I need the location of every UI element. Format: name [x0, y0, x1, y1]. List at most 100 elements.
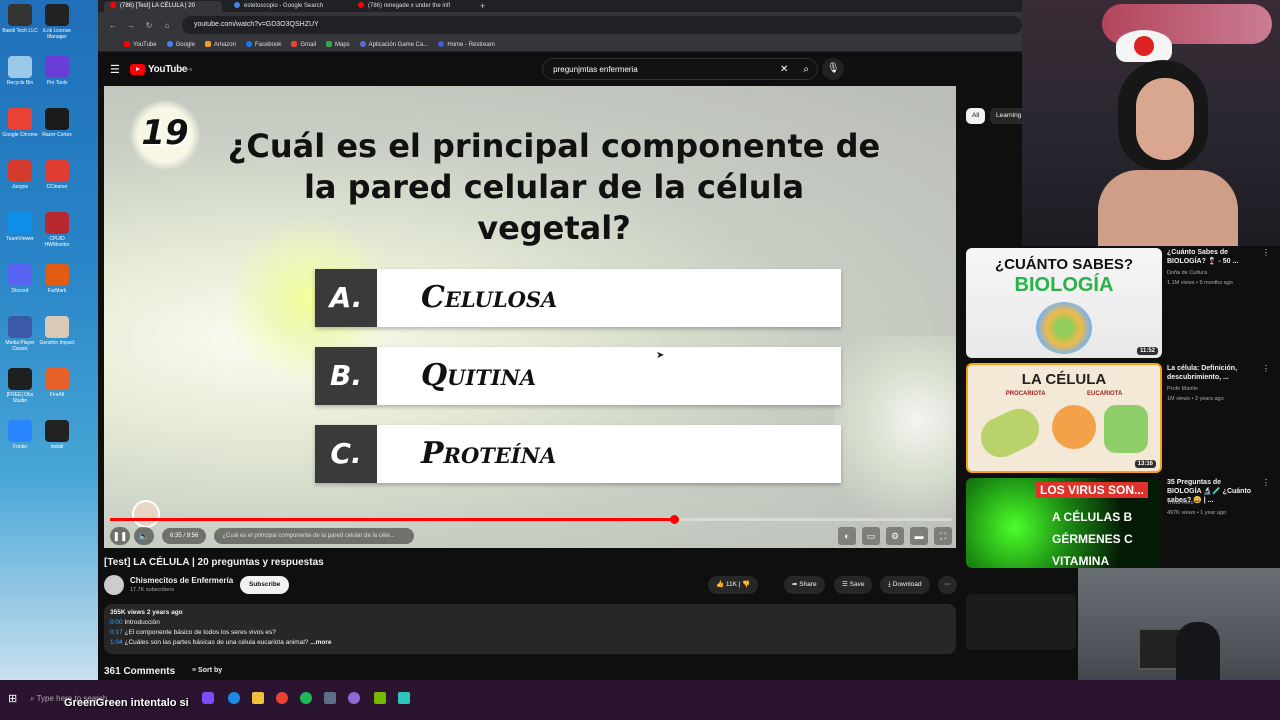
- channel-avatar[interactable]: [104, 575, 124, 595]
- recommendation-thumbnail[interactable]: LA CÉLULA PROCARIOTA EUCARIOTA 13:16: [966, 363, 1162, 473]
- video-player[interactable]: 19 ¿Cuál es el principal componente de l…: [104, 86, 956, 548]
- answer-c: C. Proteína: [315, 425, 841, 483]
- recommendation-channel[interactable]: Profe Marilin: [1167, 385, 1257, 393]
- red-cross-icon: [1134, 36, 1154, 56]
- channel-name[interactable]: Chismecitos de Enfermería: [130, 576, 233, 585]
- recommendation-channel[interactable]: Doña de Cultura: [1167, 269, 1257, 277]
- desktop-icon[interactable]: CCleaner: [37, 160, 77, 190]
- bookmark-youtube[interactable]: YouTube: [124, 41, 157, 48]
- desktop-icon[interactable]: Fontio: [0, 420, 40, 450]
- bookmark-amazon[interactable]: Amazon: [204, 41, 236, 48]
- microphone-icon[interactable]: 🎙: [822, 58, 845, 80]
- home-icon[interactable]: ⌂: [158, 21, 176, 30]
- chrome-icon[interactable]: [276, 692, 288, 704]
- hamburger-menu-icon[interactable]: ☰: [110, 63, 120, 76]
- navigation-bar: ← → ↻ ⌂ youtube.com/watch?v=GD3O3QSHZUY: [98, 12, 1022, 38]
- description-box[interactable]: 355K views 2 years ago 0:00 Introducción…: [104, 604, 956, 654]
- question-text: ¿Cuál es el principal componente de la p…: [227, 127, 881, 247]
- desktop-icon[interactable]: Pro Tools: [37, 56, 77, 86]
- like-button[interactable]: 👍 11K | 👎: [708, 576, 759, 594]
- address-bar[interactable]: youtube.com/watch?v=GD3O3QSHZUY: [182, 16, 1022, 34]
- search-icon[interactable]: ⌕: [795, 64, 817, 75]
- desktop-icon[interactable]: Genshin Impact: [37, 316, 77, 346]
- volume-icon[interactable]: 🔈: [134, 527, 154, 545]
- time-display: 6:35 / 9:56: [162, 528, 207, 544]
- recommendation-thumbnail[interactable]: LOS VIRUS SON... A CÉLULAS B GÉRMENES C …: [966, 478, 1162, 568]
- forward-icon[interactable]: →: [122, 21, 140, 30]
- more-options-icon[interactable]: ⋮: [1262, 478, 1270, 487]
- recommendation-channel[interactable]: Trivia-Reto: [1167, 499, 1257, 507]
- pause-icon[interactable]: ❚❚: [110, 527, 130, 545]
- nvidia-icon[interactable]: [374, 692, 386, 704]
- tab-strip: (786) [Test] LA CÉLULA | 20 estetoscopio…: [98, 0, 1022, 12]
- thumbs-down-icon[interactable]: | 👎: [737, 581, 751, 588]
- bookmark-game-app[interactable]: Aplicación Game Ca...: [359, 41, 428, 48]
- bookmark-gmail[interactable]: Gmail: [291, 41, 316, 48]
- chapter-title[interactable]: ¿Cuál es el principal componente de la p…: [214, 528, 415, 544]
- search-input[interactable]: pregunjmtas enfermeria: [543, 65, 773, 74]
- more-options-icon[interactable]: ⋮: [1262, 248, 1270, 257]
- windows-start-icon[interactable]: ⊞: [8, 692, 17, 705]
- app-icon: [8, 264, 32, 286]
- progress-scrubber[interactable]: [670, 515, 680, 524]
- recommendation-title[interactable]: La célula: Definición, descubrimiento, .…: [1167, 364, 1257, 382]
- desktop-icon[interactable]: Recycle Bin: [0, 56, 40, 86]
- bookmark-restream[interactable]: Home - Restream: [438, 41, 495, 48]
- subtitles-icon[interactable]: ▭: [862, 527, 880, 545]
- share-button[interactable]: ➦ Share: [784, 576, 825, 594]
- bookmark-google[interactable]: Google: [166, 41, 195, 48]
- desktop-icon[interactable]: FurMark: [37, 264, 77, 294]
- tab-youtube[interactable]: (786) [Test] LA CÉLULA | 20: [104, 0, 222, 12]
- download-button[interactable]: ⤓ Download: [880, 576, 930, 594]
- bookmark-maps[interactable]: Maps: [325, 41, 350, 48]
- desktop-icon[interactable]: install: [37, 420, 77, 450]
- new-tab-button[interactable]: +: [480, 1, 485, 11]
- pro-tools-icon[interactable]: [348, 692, 360, 704]
- subscribe-button[interactable]: Subscribe: [240, 576, 290, 594]
- desktop-icon[interactable]: Google Chrome: [0, 108, 40, 138]
- chapter-line: 0:17 ¿El componente básico de todos los …: [110, 629, 276, 636]
- app-icon[interactable]: [398, 692, 410, 704]
- desktop-icon[interactable]: [FREE] Obs Studio: [0, 368, 40, 404]
- more-options-icon[interactable]: ⋮: [1262, 364, 1270, 373]
- tab-youtube-renegade[interactable]: (786) renegade x under the infl: [352, 1, 470, 12]
- desktop-icon[interactable]: Juegos: [0, 160, 40, 190]
- youtube-header: ☰ YouTube PR pregunjmtas enfermeria ✕ ⌕ 🎙: [98, 52, 1022, 86]
- app-icon: [8, 212, 32, 234]
- recommendation-thumbnail[interactable]: [966, 594, 1076, 650]
- desktop-icon[interactable]: TeamViewer: [0, 212, 40, 242]
- desktop-icon[interactable]: CPUID HWMonitor: [37, 212, 77, 248]
- spotify-icon[interactable]: [300, 692, 312, 704]
- chip-all[interactable]: All: [966, 108, 986, 124]
- autoplay-toggle-icon[interactable]: ◐: [838, 527, 856, 545]
- bookmark-facebook[interactable]: Facebook: [245, 41, 281, 48]
- amazon-icon: [204, 41, 211, 47]
- desktop-icon[interactable]: iLok License Manager: [37, 4, 77, 40]
- edge-icon[interactable]: [228, 692, 240, 704]
- desktop-icon[interactable]: FireAll: [37, 368, 77, 398]
- more-actions-icon[interactable]: ⋯: [938, 576, 957, 594]
- back-icon[interactable]: ←: [104, 21, 122, 30]
- clear-search-icon[interactable]: ✕: [773, 64, 795, 75]
- app-icon[interactable]: [202, 692, 214, 704]
- sort-comments-button[interactable]: ≡ Sort by: [192, 667, 222, 674]
- steam-icon[interactable]: [324, 692, 336, 704]
- recommendation-thumbnail[interactable]: ¿CUÁNTO SABES? BIOLOGÍA 11:52: [966, 248, 1162, 358]
- desktop-icon[interactable]: Razer Cortex: [37, 108, 77, 138]
- tab-google-search[interactable]: estetoscopio - Google Search: [228, 1, 346, 12]
- desktop-icon[interactable]: Media Player Classic: [0, 316, 40, 352]
- show-more-link[interactable]: ...more: [310, 639, 331, 646]
- desktop-icon[interactable]: Bandi Tech LLC: [0, 4, 40, 34]
- file-explorer-icon[interactable]: [252, 692, 264, 704]
- progress-bar[interactable]: [110, 515, 952, 524]
- theater-mode-icon[interactable]: ▬: [910, 527, 928, 545]
- save-button[interactable]: ☰ Save: [834, 576, 873, 594]
- recommendation-title[interactable]: ¿Cuánto Sabes de BIOLOGÍA? 🍷 - 50 ...: [1167, 248, 1257, 266]
- channel-watermark-avatar[interactable]: [132, 500, 160, 528]
- youtube-logo[interactable]: YouTube PR: [130, 63, 192, 75]
- fullscreen-icon[interactable]: ⛶: [934, 527, 952, 545]
- settings-gear-icon[interactable]: ⚙: [886, 527, 904, 545]
- search-box[interactable]: pregunjmtas enfermeria ✕ ⌕: [542, 58, 819, 80]
- desktop-icon[interactable]: Discord: [0, 264, 40, 294]
- reload-icon[interactable]: ↻: [140, 21, 158, 30]
